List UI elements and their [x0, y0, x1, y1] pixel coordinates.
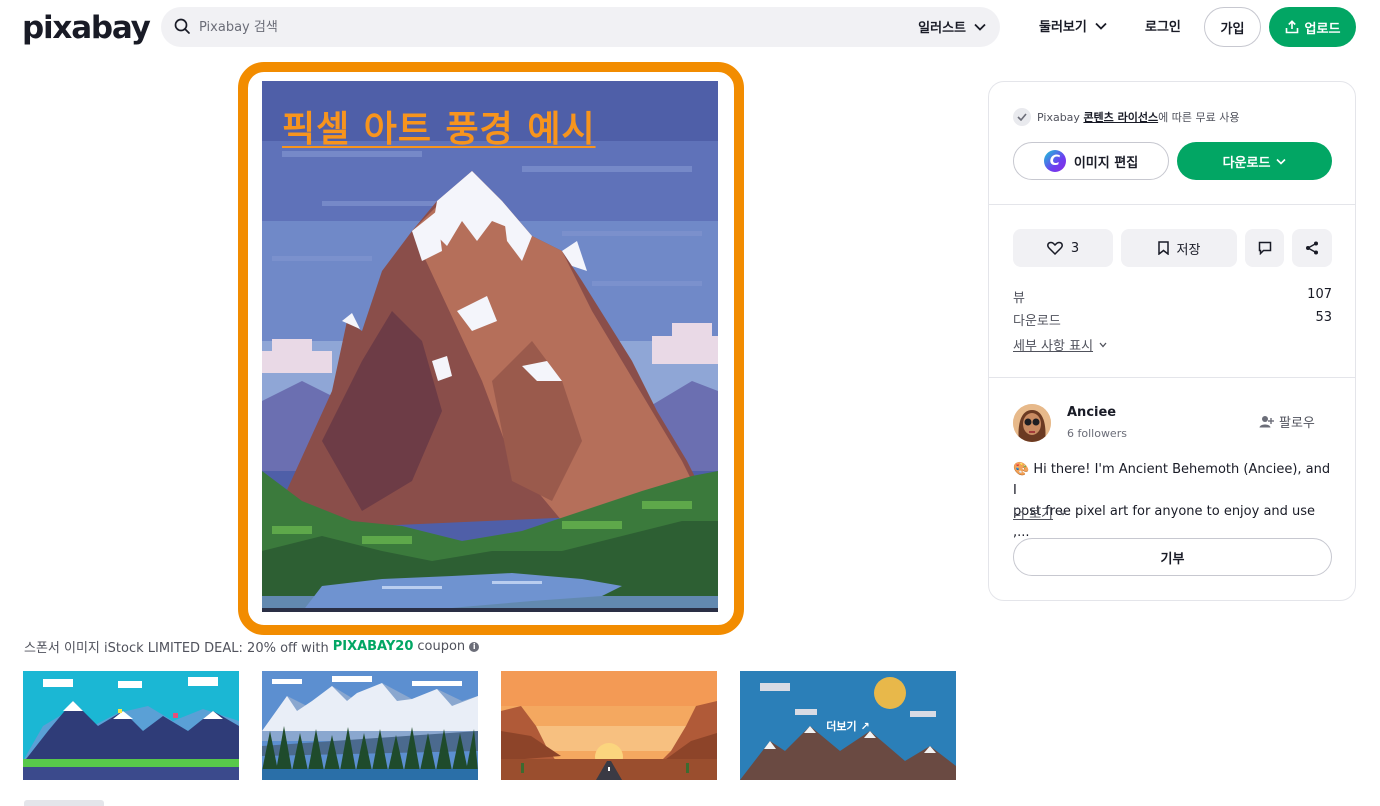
follow-button[interactable]: 팔로우: [1259, 412, 1315, 431]
canva-icon: C: [1043, 150, 1066, 172]
coupon-code: PIXABAY20: [332, 639, 414, 654]
comment-button[interactable]: [1245, 229, 1284, 267]
upload-icon: [1285, 20, 1298, 34]
pixel-hills-thumbnail[interactable]: [23, 671, 239, 780]
external-link-icon: ↗: [860, 720, 870, 733]
image-overlay-title: 픽셀 아트 풍경 예시: [282, 109, 596, 150]
add-user-icon: [1259, 416, 1274, 428]
stat-views: 뷰 107: [1013, 287, 1332, 306]
user-name[interactable]: Anciee: [1067, 405, 1116, 420]
login-link[interactable]: 로그인: [1145, 16, 1181, 35]
bookmark-icon: [1157, 241, 1169, 255]
pixel-mountains-sun-thumbnail[interactable]: 더보기 ↗: [740, 671, 956, 780]
user-followers: 6 followers: [1067, 427, 1127, 440]
follow-label: 팔로우: [1279, 416, 1315, 431]
license-prefix: Pixabay: [1037, 111, 1080, 124]
divider: [989, 377, 1355, 378]
license-suffix: 에 따른 무료 사용: [1158, 111, 1240, 124]
download-button[interactable]: 다운로드: [1177, 142, 1332, 180]
share-icon: [1306, 241, 1318, 255]
bio-line: 🎨 Hi there! I'm Ancient Behemoth (Anciee…: [1013, 462, 1331, 498]
show-details-toggle[interactable]: 세부 사항 표시: [1013, 335, 1107, 354]
main-image[interactable]: [262, 81, 718, 612]
user-bio: 🎨 Hi there! I'm Ancient Behemoth (Anciee…: [1013, 459, 1333, 543]
pixel-desert-road-thumbnail[interactable]: [501, 671, 717, 780]
donate-button[interactable]: 기부: [1013, 538, 1332, 576]
like-button[interactable]: 3: [1013, 229, 1113, 267]
search-type-dropdown[interactable]: 일러스트: [918, 17, 986, 36]
more-label: 더 보기: [1013, 507, 1054, 522]
show-details-label: 세부 사항 표시: [1013, 339, 1094, 354]
divider: [989, 204, 1355, 205]
explore-menu[interactable]: 둘러보기: [1039, 16, 1107, 35]
download-label: 다운로드: [1222, 155, 1271, 171]
stat-value: 107: [1307, 287, 1332, 302]
save-button[interactable]: 저장: [1121, 229, 1237, 267]
sponsor-text: 스폰서 이미지 iStock LIMITED DEAL: 20% off wit…: [24, 641, 329, 656]
comment-icon: [1258, 241, 1271, 255]
pixel-snow-mountains-thumbnail[interactable]: [262, 671, 478, 780]
stat-label: 다운로드: [1013, 314, 1061, 329]
upload-label: 업로드: [1304, 21, 1341, 37]
search-icon: [174, 18, 191, 39]
upload-button[interactable]: 업로드: [1269, 7, 1356, 47]
license-note: Pixabay 콘텐츠 라이선스에 따른 무료 사용: [1013, 108, 1239, 126]
edit-image-button[interactable]: C 이미지 편집: [1013, 142, 1169, 180]
edit-image-label: 이미지 편집: [1073, 155, 1139, 171]
more-label: 더보기: [826, 720, 857, 733]
stat-value: 53: [1315, 310, 1332, 325]
join-button[interactable]: 가입: [1204, 7, 1261, 47]
more-link-overlay[interactable]: 더보기 ↗: [740, 718, 956, 734]
more-bio-toggle[interactable]: 더 보기: [1013, 503, 1067, 522]
like-count: 3: [1070, 240, 1080, 256]
save-label: 저장: [1176, 242, 1201, 258]
check-icon: [1013, 108, 1031, 126]
search-input[interactable]: [199, 15, 899, 39]
sponsor-banner[interactable]: 스폰서 이미지 iStock LIMITED DEAL: 20% off wit…: [24, 637, 480, 656]
image-side-panel: Pixabay 콘텐츠 라이선스에 따른 무료 사용 C 이미지 편집 다운로드…: [988, 81, 1356, 601]
search-type-label: 일러스트: [918, 21, 966, 36]
license-link[interactable]: 콘텐츠 라이선스: [1083, 111, 1158, 124]
heart-icon: [1046, 241, 1063, 255]
search-bar[interactable]: 일러스트: [161, 7, 1000, 47]
stat-downloads: 다운로드 53: [1013, 310, 1332, 329]
chevron-down-icon: [1059, 510, 1067, 515]
explore-label: 둘러보기: [1039, 20, 1087, 35]
pixabay-logo[interactable]: pixabay: [22, 10, 151, 46]
bottom-scroll-hint: [24, 800, 104, 806]
chevron-down-icon: [1276, 158, 1286, 165]
chevron-down-icon: [1095, 22, 1107, 30]
info-icon[interactable]: i: [469, 641, 480, 652]
avatar[interactable]: [1013, 404, 1051, 442]
share-button[interactable]: [1292, 229, 1332, 267]
stat-label: 뷰: [1013, 291, 1025, 306]
chevron-down-icon: [974, 23, 986, 31]
chevron-down-icon: [1099, 342, 1107, 347]
sponsor-suffix: coupon: [417, 639, 466, 654]
